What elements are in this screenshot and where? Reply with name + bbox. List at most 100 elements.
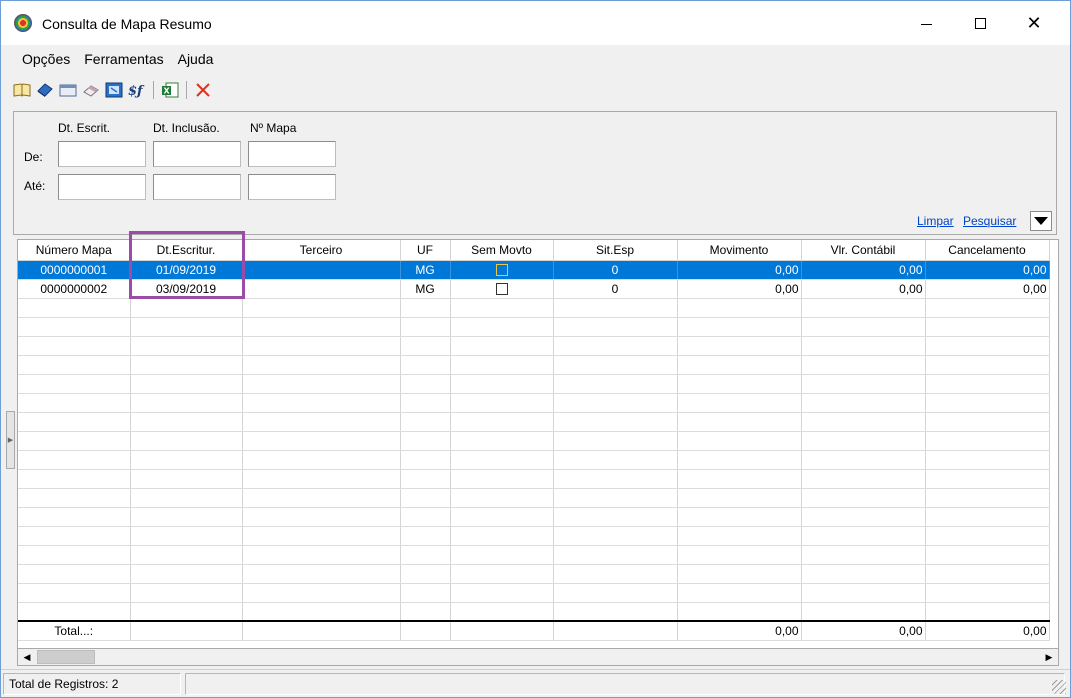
empty-cell [553, 431, 678, 451]
scroll-left-icon[interactable]: ◀ [18, 649, 36, 665]
empty-cell [18, 317, 131, 337]
empty-cell [677, 488, 802, 508]
col-vlr-contabil[interactable]: Vlr. Contábil [801, 240, 926, 261]
empty-cell [400, 317, 451, 337]
empty-cell [18, 564, 131, 584]
empty-row [18, 469, 1050, 489]
empty-cell [553, 545, 678, 565]
empty-cell [242, 469, 401, 489]
empty-cell [450, 374, 554, 394]
minimize-button[interactable] [899, 1, 953, 45]
dt-escrit-to-input[interactable] [58, 174, 146, 200]
col-cancelamento[interactable]: Cancelamento [925, 240, 1050, 261]
empty-cell [801, 355, 926, 375]
scroll-thumb[interactable] [37, 650, 95, 664]
col-sit-esp[interactable]: Sit.Esp [553, 240, 678, 261]
cell-numero-mapa: 0000000001 [18, 260, 131, 280]
menu-ferramentas[interactable]: Ferramentas [77, 51, 170, 67]
close-button[interactable]: ✕ [1007, 1, 1061, 45]
sem-movto-checkbox[interactable] [495, 264, 508, 277]
empty-cell [130, 469, 243, 489]
empty-cell [450, 355, 554, 375]
empty-row [18, 298, 1050, 318]
empty-cell [400, 431, 451, 451]
col-movimento[interactable]: Movimento [677, 240, 802, 261]
resize-grip-icon[interactable] [1052, 680, 1066, 694]
clear-link[interactable]: Limpar [917, 214, 954, 228]
empty-cell [18, 488, 131, 508]
empty-cell [242, 412, 401, 432]
empty-cell [130, 374, 243, 394]
menu-opcoes[interactable]: Opções [15, 51, 77, 67]
cell-terceiro [242, 260, 401, 280]
empty-cell [130, 526, 243, 546]
empty-cell [925, 431, 1050, 451]
empty-cell [925, 507, 1050, 527]
empty-cell [801, 602, 926, 622]
horizontal-scrollbar[interactable]: ◀ ▶ [17, 648, 1059, 666]
toolbar-separator [186, 81, 187, 99]
dt-inclusao-from-input[interactable] [153, 141, 241, 167]
num-mapa-from-input[interactable] [248, 141, 336, 167]
panel-splitter-handle[interactable]: ▶ [6, 411, 15, 469]
empty-cell [18, 298, 131, 318]
empty-cell [801, 526, 926, 546]
empty-cell [553, 583, 678, 603]
empty-cell [242, 488, 401, 508]
excel-export-icon[interactable]: X [161, 81, 179, 99]
empty-cell [553, 488, 678, 508]
empty-cell [553, 355, 678, 375]
empty-cell [242, 507, 401, 527]
num-mapa-to-input[interactable] [248, 174, 336, 200]
empty-cell [242, 317, 401, 337]
book-icon[interactable] [13, 81, 31, 99]
main-window: Consulta de Mapa Resumo ✕ Opções Ferrame… [0, 0, 1071, 698]
empty-cell [130, 507, 243, 527]
empty-cell [130, 564, 243, 584]
cell-uf: MG [400, 260, 451, 280]
eraser-icon[interactable] [82, 81, 100, 99]
graph-icon[interactable]: $ƒ [128, 81, 146, 99]
empty-cell [450, 412, 554, 432]
col-uf[interactable]: UF [400, 240, 451, 261]
table-row[interactable]: 0000000002 03/09/2019 MG 0 0,00 0,00 0,0… [18, 279, 1050, 299]
empty-cell [677, 298, 802, 318]
toolbar: $ƒ X [13, 78, 212, 102]
search-link[interactable]: Pesquisar [963, 214, 1016, 228]
empty-cell [400, 450, 451, 470]
empty-cell [450, 545, 554, 565]
empty-cell [130, 545, 243, 565]
empty-row [18, 602, 1050, 622]
empty-cell [400, 355, 451, 375]
col-sem-movto[interactable]: Sem Movto [450, 240, 554, 261]
scroll-right-icon[interactable]: ▶ [1040, 649, 1058, 665]
empty-cell [553, 393, 678, 413]
dt-inclusao-to-input[interactable] [153, 174, 241, 200]
maximize-button[interactable] [953, 1, 1007, 45]
empty-cell [553, 317, 678, 337]
empty-cell [801, 393, 926, 413]
col-terceiro[interactable]: Terceiro [242, 240, 401, 261]
dt-escrit-from-input[interactable] [58, 141, 146, 167]
empty-cell [18, 355, 131, 375]
col-dt-escritur[interactable]: Dt.Escritur. [130, 240, 243, 261]
empty-cell [242, 545, 401, 565]
window-icon[interactable] [105, 81, 123, 99]
expand-filters-button[interactable] [1030, 211, 1052, 231]
menu-ajuda[interactable]: Ajuda [171, 51, 221, 67]
total-label: Total...: [18, 620, 131, 641]
empty-cell [450, 450, 554, 470]
col-numero-mapa[interactable]: Número Mapa [18, 240, 131, 261]
empty-cell [925, 526, 1050, 546]
cell-cancelamento: 0,00 [925, 260, 1050, 280]
empty-cell [925, 602, 1050, 622]
sem-movto-checkbox[interactable] [495, 283, 508, 296]
empty-cell [925, 374, 1050, 394]
delete-icon[interactable] [194, 81, 212, 99]
blue-book-icon[interactable] [36, 81, 54, 99]
cell-sem-movto [450, 279, 554, 299]
table-row[interactable]: 0000000001 01/09/2019 MG 0 0,00 0,00 0,0… [18, 260, 1050, 280]
empty-cell [925, 317, 1050, 337]
panel-icon[interactable] [59, 81, 77, 99]
status-pane-empty [185, 673, 1065, 695]
